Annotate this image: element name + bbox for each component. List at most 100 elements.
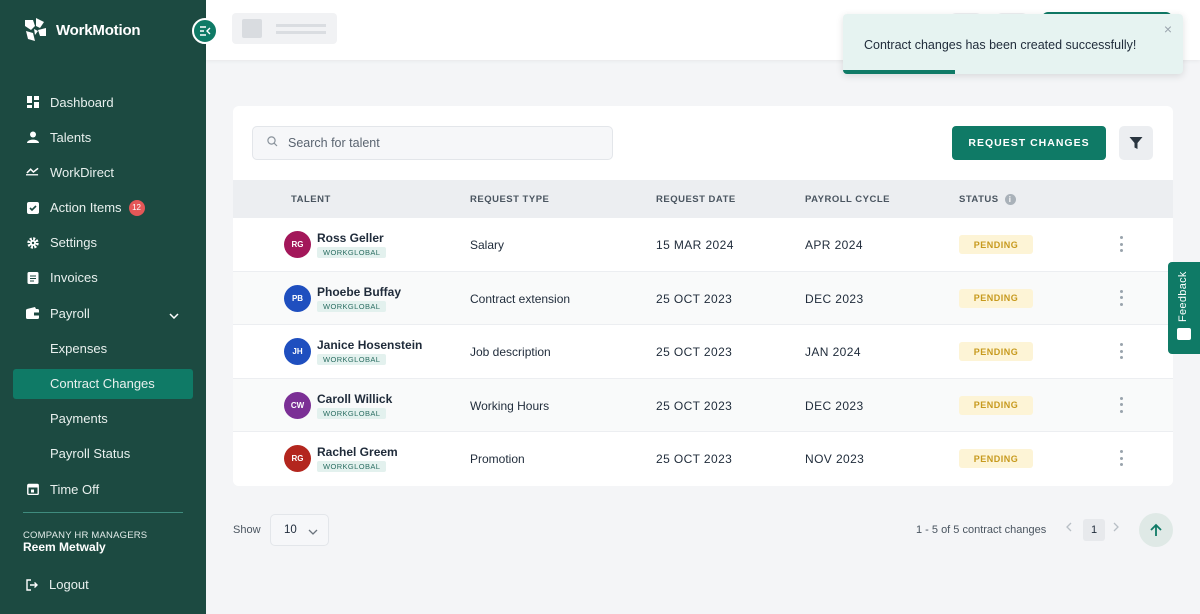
info-icon[interactable]: i — [1004, 194, 1016, 205]
more-options-icon[interactable] — [1116, 236, 1126, 252]
talent-name[interactable]: Rachel Greem — [317, 445, 398, 459]
sidebar: WorkMotion Dashboard Talents WorkDirect … — [0, 0, 206, 614]
table-row[interactable]: CW Caroll Willick WORKGLOBAL Working Hours 2… — [233, 378, 1173, 433]
search-icon — [267, 134, 278, 152]
calendar-icon — [26, 483, 39, 496]
feedback-tab[interactable]: Feedback — [1168, 262, 1200, 354]
request-date: 15 MAR 2024 — [656, 238, 734, 252]
more-options-icon[interactable] — [1116, 450, 1126, 467]
sidebar-item-label: Payments — [50, 411, 108, 427]
sidebar-item-dashboard[interactable]: Dashboard — [13, 87, 193, 117]
payroll-cycle: APR 2024 — [805, 238, 863, 252]
brand[interactable]: WorkMotion — [22, 17, 141, 43]
dashboard-icon — [26, 96, 39, 109]
sidebar-item-contract-changes[interactable]: Contract Changes — [13, 368, 193, 399]
sidebar-item-action-items[interactable]: Action Items 12 — [13, 193, 193, 223]
payroll-cycle: JAN 2024 — [805, 345, 861, 360]
document-icon — [26, 271, 39, 284]
request-type: Working Hours — [470, 398, 550, 413]
chevron-down-icon — [308, 526, 318, 538]
sidebar-item-payments[interactable]: Payments — [13, 404, 193, 434]
search-field[interactable] — [252, 126, 613, 160]
toast-message: Contract changes has been created succes… — [864, 38, 1137, 52]
show-label: Show — [233, 524, 261, 536]
logout-button[interactable]: Logout — [26, 577, 89, 592]
sidebar-item-payroll[interactable]: Payroll — [13, 298, 193, 328]
results-count: 1 - 5 of 5 contract changes — [916, 524, 1047, 536]
avatar: JH — [284, 338, 311, 366]
toast-progress-bar — [843, 70, 956, 74]
sidebar-item-expenses[interactable]: Expenses — [13, 333, 193, 363]
collapse-icon — [200, 26, 211, 36]
request-type: Contract extension — [470, 291, 571, 306]
brand-name: WorkMotion — [56, 21, 141, 39]
sidebar-item-workdirect[interactable]: WorkDirect — [13, 157, 193, 187]
toast-close-button[interactable]: × — [1164, 21, 1172, 37]
request-type: Job description — [470, 345, 551, 360]
sidebar-item-label: WorkDirect — [50, 164, 115, 180]
talent-name[interactable]: Ross Geller — [317, 231, 384, 245]
column-header-status-label: STATUS — [959, 194, 999, 205]
logout-icon — [26, 578, 38, 591]
sidebar-item-settings[interactable]: Settings — [13, 228, 193, 258]
request-date: 25 OCT 2023 — [656, 345, 733, 360]
payroll-cycle: NOV 2023 — [805, 452, 865, 467]
filter-icon — [1129, 137, 1143, 149]
sidebar-item-invoices[interactable]: Invoices — [13, 263, 193, 293]
page-size-value: 10 — [284, 524, 297, 536]
talent-tag: WORKGLOBAL — [317, 354, 387, 366]
feedback-label: Feedback — [1177, 271, 1189, 322]
next-page-button[interactable] — [1113, 521, 1119, 535]
column-header-payroll-cycle[interactable]: PAYROLL CYCLE — [805, 194, 890, 205]
talent-tag: WORKGLOBAL — [317, 407, 387, 419]
table-row[interactable]: RG Rachel Greem WORKGLOBAL Promotion 25 OCT … — [233, 432, 1173, 486]
avatar: RG — [284, 445, 311, 473]
current-page-button[interactable]: 1 — [1083, 519, 1105, 541]
sidebar-item-time-off[interactable]: Time Off — [13, 474, 193, 504]
page-size-select[interactable]: 10 — [270, 514, 329, 546]
contract-changes-card: REQUEST CHANGES TALENT REQUEST TYPE REQU… — [233, 106, 1173, 486]
scroll-to-top-button[interactable] — [1139, 513, 1173, 547]
sidebar-item-label: Talents — [50, 129, 92, 145]
more-options-icon[interactable] — [1116, 289, 1126, 306]
avatar: PB — [284, 284, 311, 312]
arrow-up-icon — [1150, 523, 1162, 536]
talent-name[interactable]: Janice Hosenstein — [317, 338, 422, 352]
chevron-left-icon — [1066, 522, 1072, 532]
transfer-arrows-icon — [26, 166, 39, 179]
sidebar-item-label: Contract Changes — [50, 376, 155, 391]
table-row[interactable]: RG Ross Geller WORKGLOBAL Salary 15 MAR 2024… — [233, 218, 1173, 272]
gear-icon — [26, 236, 39, 249]
previous-page-button[interactable] — [1066, 521, 1072, 535]
table-row[interactable]: JH Janice Hosenstein WORKGLOBAL Job descrip… — [233, 325, 1173, 379]
column-header-talent[interactable]: TALENT — [291, 194, 331, 205]
collapse-sidebar-button[interactable] — [192, 18, 218, 44]
status-badge: PENDING — [959, 449, 1033, 469]
success-toast: Contract changes has been created succes… — [843, 14, 1183, 74]
request-changes-button[interactable]: REQUEST CHANGES — [952, 126, 1106, 160]
status-badge: PENDING — [959, 235, 1033, 254]
more-options-icon[interactable] — [1116, 396, 1126, 413]
talent-name[interactable]: Phoebe Buffay — [317, 285, 401, 299]
chevron-down-icon[interactable] — [169, 307, 179, 322]
request-type: Promotion — [470, 452, 525, 467]
payroll-cycle: DEC 2023 — [805, 398, 864, 413]
column-header-request-date[interactable]: REQUEST DATE — [656, 194, 736, 205]
sidebar-item-label: Dashboard — [50, 94, 114, 110]
sidebar-item-label: Payroll Status — [50, 446, 131, 462]
filter-button[interactable] — [1119, 126, 1153, 160]
sidebar-item-label: Expenses — [50, 340, 108, 356]
status-badge: PENDING — [959, 342, 1033, 362]
more-options-icon[interactable] — [1116, 343, 1126, 360]
table-row[interactable]: PB Phoebe Buffay WORKGLOBAL Contract extens… — [233, 271, 1173, 326]
talent-name[interactable]: Caroll Willick — [317, 392, 392, 406]
search-input[interactable] — [288, 136, 588, 150]
sidebar-item-payroll-status[interactable]: Payroll Status — [13, 439, 193, 469]
column-header-status[interactable]: STATUS i — [959, 194, 1016, 205]
avatar: RG — [284, 231, 311, 258]
action-items-count-badge: 12 — [128, 199, 145, 216]
sidebar-item-talents[interactable]: Talents — [13, 122, 193, 152]
column-header-request-type[interactable]: REQUEST TYPE — [470, 194, 549, 205]
talent-tag: WORKGLOBAL — [317, 247, 387, 258]
status-badge: PENDING — [959, 395, 1033, 415]
